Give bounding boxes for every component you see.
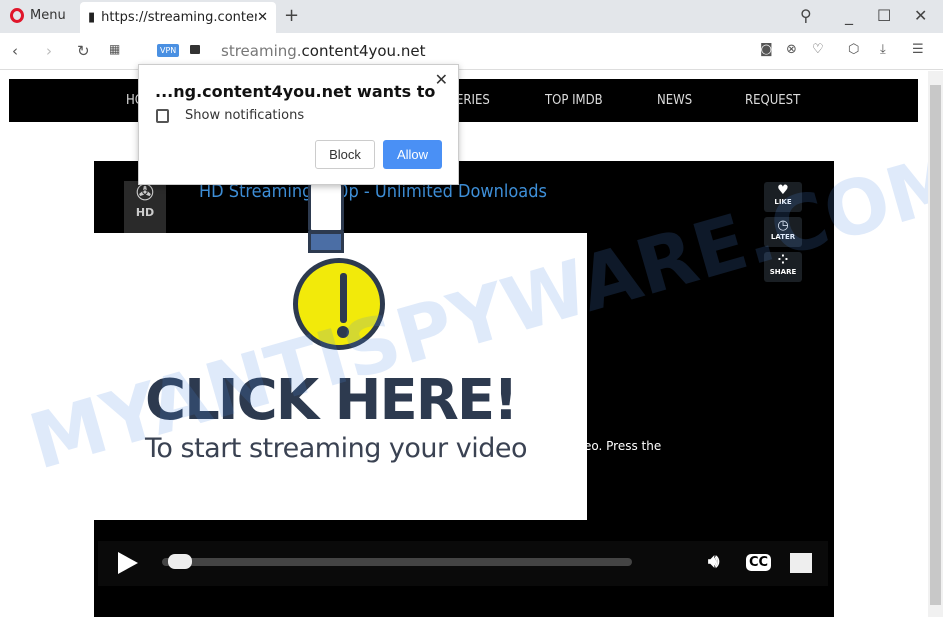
adblock-icon[interactable]: ⊗	[786, 42, 797, 57]
download-icon[interactable]: ⤓	[880, 42, 886, 57]
ad-headline: CLICK HERE!	[145, 368, 519, 433]
back-button[interactable]: ‹	[12, 42, 18, 60]
new-tab-button[interactable]: +	[284, 5, 299, 26]
lock-icon[interactable]	[190, 45, 200, 54]
url-domain: content4you.net	[301, 42, 426, 60]
notification-permission-popup: ...ng.content4you.net wants to ✕ Show no…	[138, 64, 459, 185]
menu-label: Menu	[30, 8, 66, 23]
speed-dial-icon[interactable]: ▦	[109, 42, 120, 56]
reload-button[interactable]: ↻	[77, 42, 90, 60]
popup-title: ...ng.content4you.net wants to	[155, 82, 436, 101]
cube-icon[interactable]: ⬡	[848, 42, 859, 57]
warning-icon	[293, 258, 385, 350]
url-subdomain: streaming.	[221, 42, 302, 60]
seek-bar[interactable]	[162, 558, 632, 566]
block-button[interactable]: Block	[315, 140, 375, 169]
vpn-badge[interactable]: VPN	[157, 44, 180, 57]
url-field[interactable]: streaming.content4you.net	[221, 42, 425, 60]
thumb-label: HD	[135, 206, 155, 219]
like-label: LIKE	[774, 198, 792, 206]
heart-icon[interactable]: ♡	[812, 42, 824, 57]
settings-sliders-icon[interactable]: ☰	[912, 42, 924, 57]
nav-item-request[interactable]: REQUEST	[745, 93, 800, 108]
tab-close-icon[interactable]: ✕	[257, 10, 268, 25]
tab-title: https://streaming.content4you.net	[101, 10, 258, 25]
notification-icon	[156, 109, 169, 123]
minimize-button[interactable]: _	[845, 6, 853, 25]
player-controls: 🔊︎ CC	[98, 541, 828, 586]
like-button[interactable]: ♥ LIKE	[764, 182, 802, 212]
scrollbar[interactable]	[928, 71, 943, 617]
allow-button[interactable]: Allow	[383, 140, 442, 169]
later-label: LATER	[770, 233, 796, 241]
fullscreen-button[interactable]	[790, 553, 812, 573]
scrollbar-thumb[interactable]	[930, 85, 941, 605]
play-button[interactable]	[118, 552, 138, 574]
close-icon[interactable]: ✕	[435, 70, 448, 89]
volume-icon[interactable]: 🔊︎	[708, 551, 719, 572]
hand-cuff	[308, 231, 344, 253]
clock-icon: ◷	[777, 218, 789, 233]
maximize-button[interactable]: ☐	[877, 6, 891, 25]
heart-icon: ♥	[777, 183, 789, 198]
ad-subline: To start streaming your video	[145, 433, 527, 464]
page-icon: ▮	[88, 10, 96, 25]
opera-menu-button[interactable]: Menu	[10, 8, 66, 23]
later-button[interactable]: ◷ LATER	[764, 217, 802, 247]
nav-item-top-imdb[interactable]: TOP IMDB	[545, 93, 603, 108]
opera-logo-icon	[10, 8, 24, 23]
forward-button[interactable]: ›	[46, 42, 52, 60]
close-window-button[interactable]: ✕	[914, 6, 927, 25]
share-icon: ⁘	[777, 253, 789, 268]
permission-text: Show notifications	[185, 108, 305, 123]
click-here-ad[interactable]: CLICK HERE! To start streaming your vide…	[83, 173, 587, 520]
nav-item-news[interactable]: NEWS	[657, 93, 692, 108]
film-reel-icon: ✇ HD	[124, 181, 166, 236]
share-button[interactable]: ⁘ SHARE	[764, 252, 802, 282]
share-label: SHARE	[769, 268, 797, 276]
search-icon[interactable]: ⚲	[800, 6, 812, 25]
tab-bar: Menu ▮https://streaming.content4you.net✕…	[0, 0, 943, 33]
nav-item-tv-series[interactable]: ERIES	[456, 93, 490, 108]
seek-handle[interactable]	[168, 554, 192, 569]
camera-icon[interactable]: ◙	[760, 42, 773, 57]
browser-tab[interactable]: ▮ https://streaming.content4you.net✕	[80, 2, 276, 33]
video-text: eo. Press the	[584, 439, 662, 453]
cc-button[interactable]: CC	[746, 554, 772, 571]
